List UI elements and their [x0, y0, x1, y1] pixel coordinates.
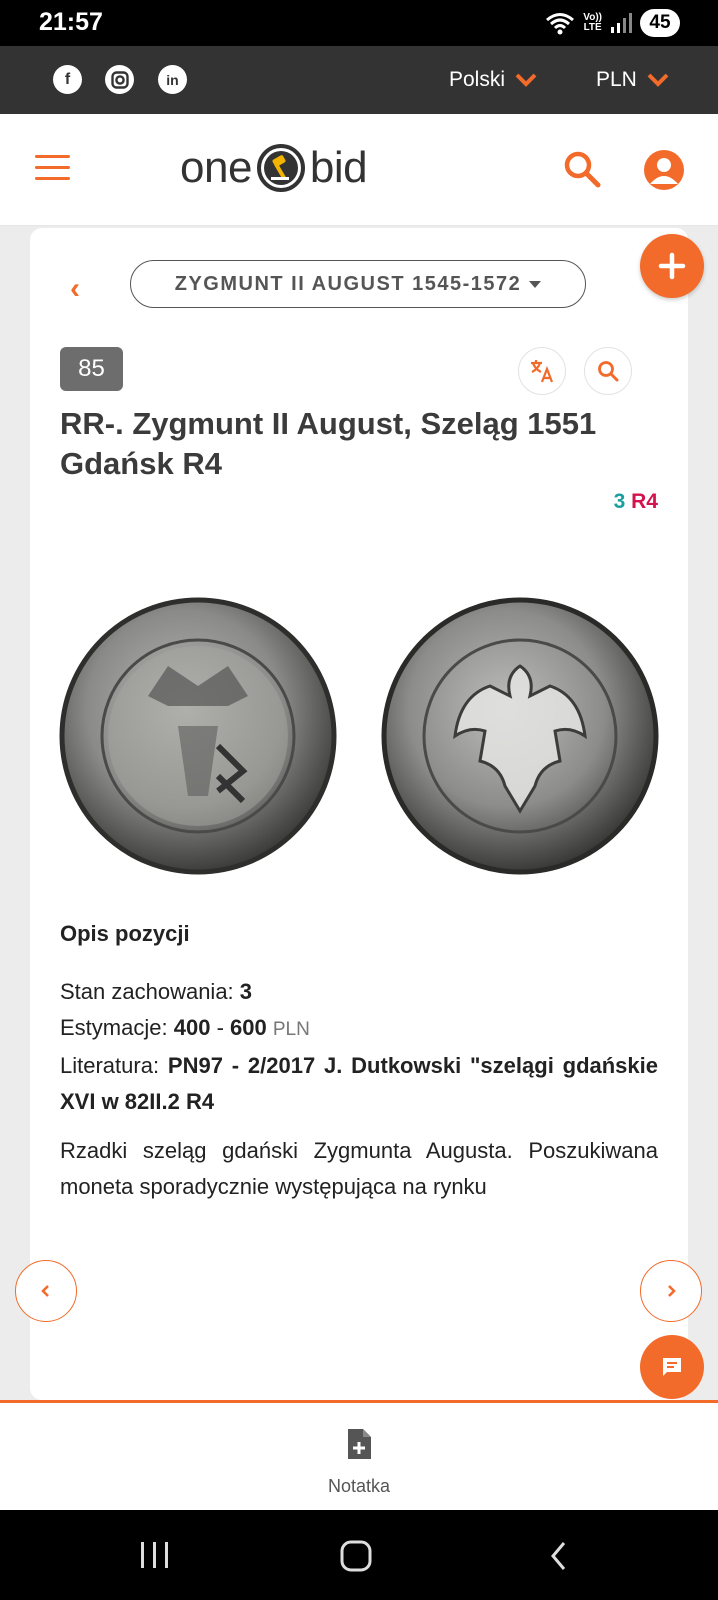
status-bar: 21:57 Vo)) LTE 45 — [0, 0, 718, 46]
wifi-icon — [546, 13, 575, 35]
lot-details: Stan zachowania: 3 Estymacje: 400 - 600 … — [60, 974, 658, 1120]
caret-down-icon — [529, 280, 542, 288]
lot-title: RR-. Zygmunt II August, Szeląg 1551 Gdań… — [60, 406, 597, 481]
rarity-value: R4 — [631, 490, 658, 513]
chat-button[interactable] — [640, 1335, 704, 1399]
add-note-icon[interactable] — [345, 1428, 373, 1460]
grade-value: 3 — [613, 490, 626, 513]
gavel-logo-icon — [256, 144, 305, 192]
home-icon[interactable] — [340, 1540, 372, 1572]
chevron-down-icon — [647, 73, 669, 87]
chevron-left-icon — [41, 1285, 49, 1297]
previous-lot-button[interactable] — [15, 1260, 77, 1322]
lot-card: ‹ ZYGMUNT II AUGUST 1545-1572 85 RR-. Zy… — [30, 228, 688, 1400]
status-time: 21:57 — [39, 8, 103, 36]
language-label: Polski — [449, 68, 506, 91]
back-icon[interactable] — [548, 1540, 570, 1572]
plus-icon — [658, 252, 686, 280]
next-lot-button[interactable] — [640, 1260, 702, 1322]
facebook-icon[interactable]: f — [53, 65, 82, 94]
top-bar: f in Polski PLN — [0, 46, 718, 114]
language-select[interactable]: Polski — [449, 68, 537, 92]
site-header: one bid — [0, 114, 718, 226]
user-account-icon[interactable] — [644, 150, 684, 190]
translate-button[interactable] — [518, 347, 566, 395]
estimate-row: Estymacje: 400 - 600 PLN — [60, 1015, 310, 1040]
translate-icon — [531, 360, 554, 383]
chat-icon — [663, 1358, 681, 1376]
note-bar: Notatka — [0, 1400, 718, 1510]
category-label: ZYGMUNT II AUGUST 1545-1572 — [174, 272, 522, 295]
signal-icon — [611, 13, 632, 33]
search-icon — [598, 361, 619, 382]
battery-indicator: 45 — [640, 9, 680, 37]
lot-number-badge: 85 — [60, 347, 123, 391]
coin-reverse-image[interactable] — [380, 596, 660, 876]
search-icon[interactable] — [562, 149, 602, 189]
onebid-logo[interactable]: one bid — [180, 138, 368, 198]
linkedin-icon[interactable]: in — [158, 65, 187, 94]
chevron-right-icon — [668, 1285, 676, 1297]
literature-row: Literatura: PN97 - 2/2017 J. Dutkowski "… — [60, 1053, 658, 1114]
note-label[interactable]: Notatka — [0, 1476, 718, 1497]
menu-icon[interactable] — [35, 155, 70, 182]
back-chevron-icon[interactable]: ‹ — [70, 272, 80, 306]
grade-badge: 3 R4 — [614, 490, 658, 514]
status-icons: Vo)) LTE 45 — [545, 9, 680, 37]
category-select[interactable]: ZYGMUNT II AUGUST 1545-1572 — [130, 260, 586, 308]
description-section-title: Opis pozycji — [60, 921, 190, 946]
android-nav-bar — [0, 1510, 718, 1600]
condition-row: Stan zachowania: 3 — [60, 979, 253, 1004]
instagram-icon[interactable] — [105, 65, 134, 94]
zoom-button[interactable] — [584, 347, 632, 395]
currency-label: PLN — [596, 68, 637, 91]
currency-select[interactable]: PLN — [596, 68, 669, 92]
coin-obverse-image[interactable] — [58, 596, 338, 876]
chevron-down-icon — [515, 73, 537, 87]
recent-apps-icon[interactable] — [138, 1540, 172, 1570]
add-button[interactable] — [640, 234, 704, 298]
volte-indicator: Vo)) LTE — [583, 12, 602, 33]
lot-remark: Rzadki szeląg gdański Zygmunta Augusta. … — [60, 1138, 658, 1199]
